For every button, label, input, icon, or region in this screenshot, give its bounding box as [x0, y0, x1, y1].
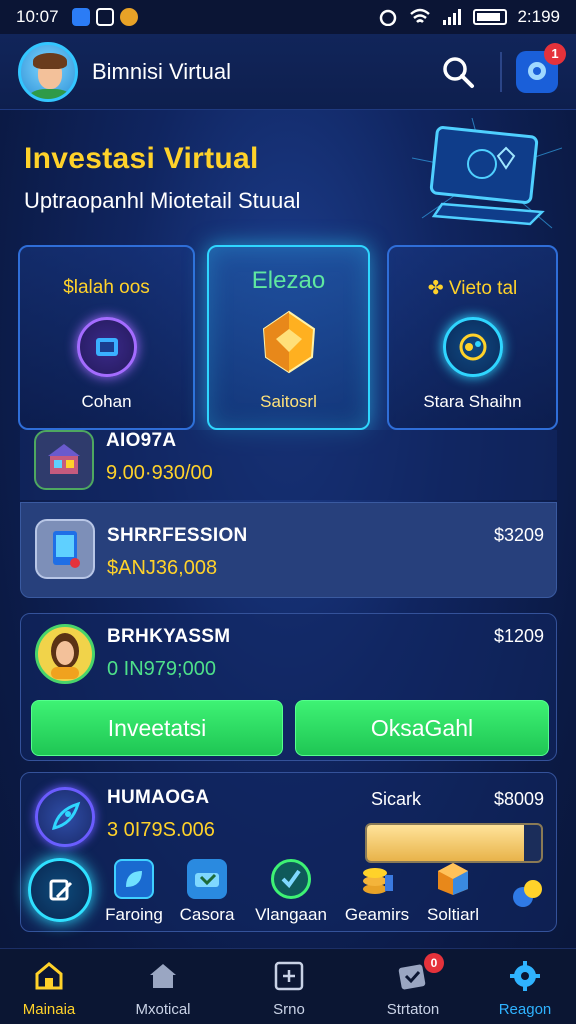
laptop-illustration-icon: [412, 118, 562, 229]
feature-title: Elezao: [251, 267, 326, 294]
item-value: $ANJ36,008: [107, 557, 218, 579]
coin-icon: [513, 880, 542, 907]
item-value: 9.00·930/00: [106, 462, 213, 484]
item-price: $3209: [493, 525, 544, 545]
shortcut-label: Vlangaan: [255, 905, 327, 924]
status-clock: 2:199: [517, 7, 560, 26]
wifi-icon: [410, 8, 431, 23]
edit-icon: [49, 879, 73, 901]
item-name: BRHKYASSM: [107, 626, 231, 647]
feature-title: ✤ Vieto tal: [427, 278, 518, 299]
header-title: Bimnisi Virtual: [92, 58, 231, 84]
shortcut-soltiarl[interactable]: Soltiarl: [417, 859, 489, 925]
item-value: 0 IN979;000: [107, 658, 216, 680]
nav-item-add[interactable]: Srno: [244, 959, 334, 1018]
shop-icon: [34, 430, 94, 490]
nav-badge: 0: [424, 953, 444, 973]
feature-card-2[interactable]: Elezao Saitosrl: [207, 245, 370, 430]
secondary-action-button[interactable]: OksaGahl: [295, 700, 549, 756]
battery-icon: [473, 9, 508, 25]
shortcut-label: Faroing: [105, 905, 163, 924]
camera-notification-icon: [96, 8, 114, 26]
item-price: $1209: [493, 626, 544, 646]
status-bar: 10:07 2:199: [0, 0, 576, 34]
shortcut-casora[interactable]: Casora: [171, 859, 243, 925]
nav-item-market[interactable]: Mxotical: [118, 959, 208, 1018]
nav-label: Reagon: [498, 1001, 552, 1018]
item-name: SHRRFESSION: [107, 525, 248, 546]
alarm-icon: [380, 9, 397, 26]
app-screen: 10:07 2:199 Bimnisi Virtual 1 Investasi: [0, 0, 576, 1024]
nav-label: Mxotical: [135, 1001, 191, 1018]
bottom-navigation: Mainaia Mxotical Srno 0 Strtaton Reagon: [0, 948, 576, 1024]
item-name: HUMAOGA: [107, 787, 210, 808]
signal-icon: [443, 9, 462, 25]
feature-label: Saitosrl: [260, 392, 317, 411]
hero-title: Investasi Virtual: [24, 142, 259, 175]
header-divider: [500, 51, 502, 92]
tablet-icon: [35, 519, 95, 579]
list-item[interactable]: SHRRFESSION $ANJ36,008 $3209: [20, 502, 557, 598]
shortcut-more[interactable]: [505, 877, 549, 918]
house-icon: [146, 959, 180, 993]
investment-card: HUMAOGA 3 0I79S.006 Sicark $8009 Faroing…: [20, 772, 557, 932]
crystal-icon: [254, 307, 324, 377]
shortcut-bar: Faroing Casora Vlangaan Geamirs Soltiarl: [21, 859, 558, 931]
progress-bar: [365, 823, 543, 863]
money-icon: [187, 859, 227, 899]
cube-icon: [433, 859, 473, 899]
floating-action-button[interactable]: [28, 858, 92, 922]
chat-bubble-icon: [528, 61, 546, 80]
coins-stack-icon: [357, 859, 397, 899]
ticket-icon: 0: [396, 953, 444, 993]
shortcut-label: Geamirs: [344, 905, 410, 924]
avatar: [35, 624, 95, 684]
home-icon: [32, 959, 66, 993]
nav-label: Strtaton: [386, 1001, 440, 1018]
notification-button[interactable]: 1: [516, 42, 566, 93]
game-notification-icon: [120, 8, 138, 26]
check-shield-icon: [271, 859, 311, 899]
nav-item-home[interactable]: Mainaia: [4, 959, 94, 1018]
nav-item-station[interactable]: 0 Strtaton: [368, 953, 458, 1018]
list-item[interactable]: AIO97A 9.00·930/00: [20, 430, 557, 500]
item-status: Sicark: [371, 789, 422, 809]
gear-icon: [508, 959, 542, 993]
coin-cycle-icon: [442, 317, 503, 377]
avatar[interactable]: [18, 41, 78, 102]
nav-label: Srno: [273, 1001, 305, 1018]
item-price: $8009: [493, 789, 544, 809]
shortcut-geamirs[interactable]: Geamirs: [339, 859, 415, 925]
hero-subtitle: Uptraopanhl Miotetail Stuual: [24, 188, 301, 213]
app-notification-icon: [72, 8, 90, 26]
nav-label: Mainaia: [22, 1001, 76, 1018]
feature-label: Stara Shaihn: [423, 392, 522, 411]
wallet-icon: [76, 317, 137, 377]
search-icon: [443, 56, 474, 88]
progress-fill: [367, 825, 524, 861]
shortcut-farming[interactable]: Faroing: [99, 859, 169, 925]
feature-card-3[interactable]: ✤ Vieto tal Stara Shaihn: [387, 245, 558, 430]
item-name: AIO97A: [106, 430, 177, 451]
item-value: 3 0I79S.006: [107, 819, 215, 841]
invest-button[interactable]: Inveetatsi: [31, 700, 283, 756]
feature-card-1[interactable]: $lalah oos Cohan: [18, 245, 195, 430]
plus-box-icon: [272, 959, 306, 993]
search-button[interactable]: [438, 52, 478, 92]
leaf-icon: [114, 859, 154, 899]
investment-card: BRHKYASSM 0 IN979;000 $1209 Inveetatsi O…: [20, 613, 557, 761]
rocket-icon: [35, 787, 95, 847]
shortcut-vlangaan[interactable]: Vlangaan: [249, 859, 333, 925]
status-time: 10:07: [16, 7, 59, 26]
shortcut-label: Soltiarl: [427, 905, 479, 924]
nav-item-region[interactable]: Reagon: [480, 959, 570, 1018]
app-header: Bimnisi Virtual 1: [0, 34, 576, 110]
notification-badge: 1: [544, 42, 566, 65]
feature-title: $lalah oos: [63, 277, 150, 298]
shortcut-label: Casora: [179, 905, 235, 924]
feature-label: Cohan: [81, 392, 132, 411]
